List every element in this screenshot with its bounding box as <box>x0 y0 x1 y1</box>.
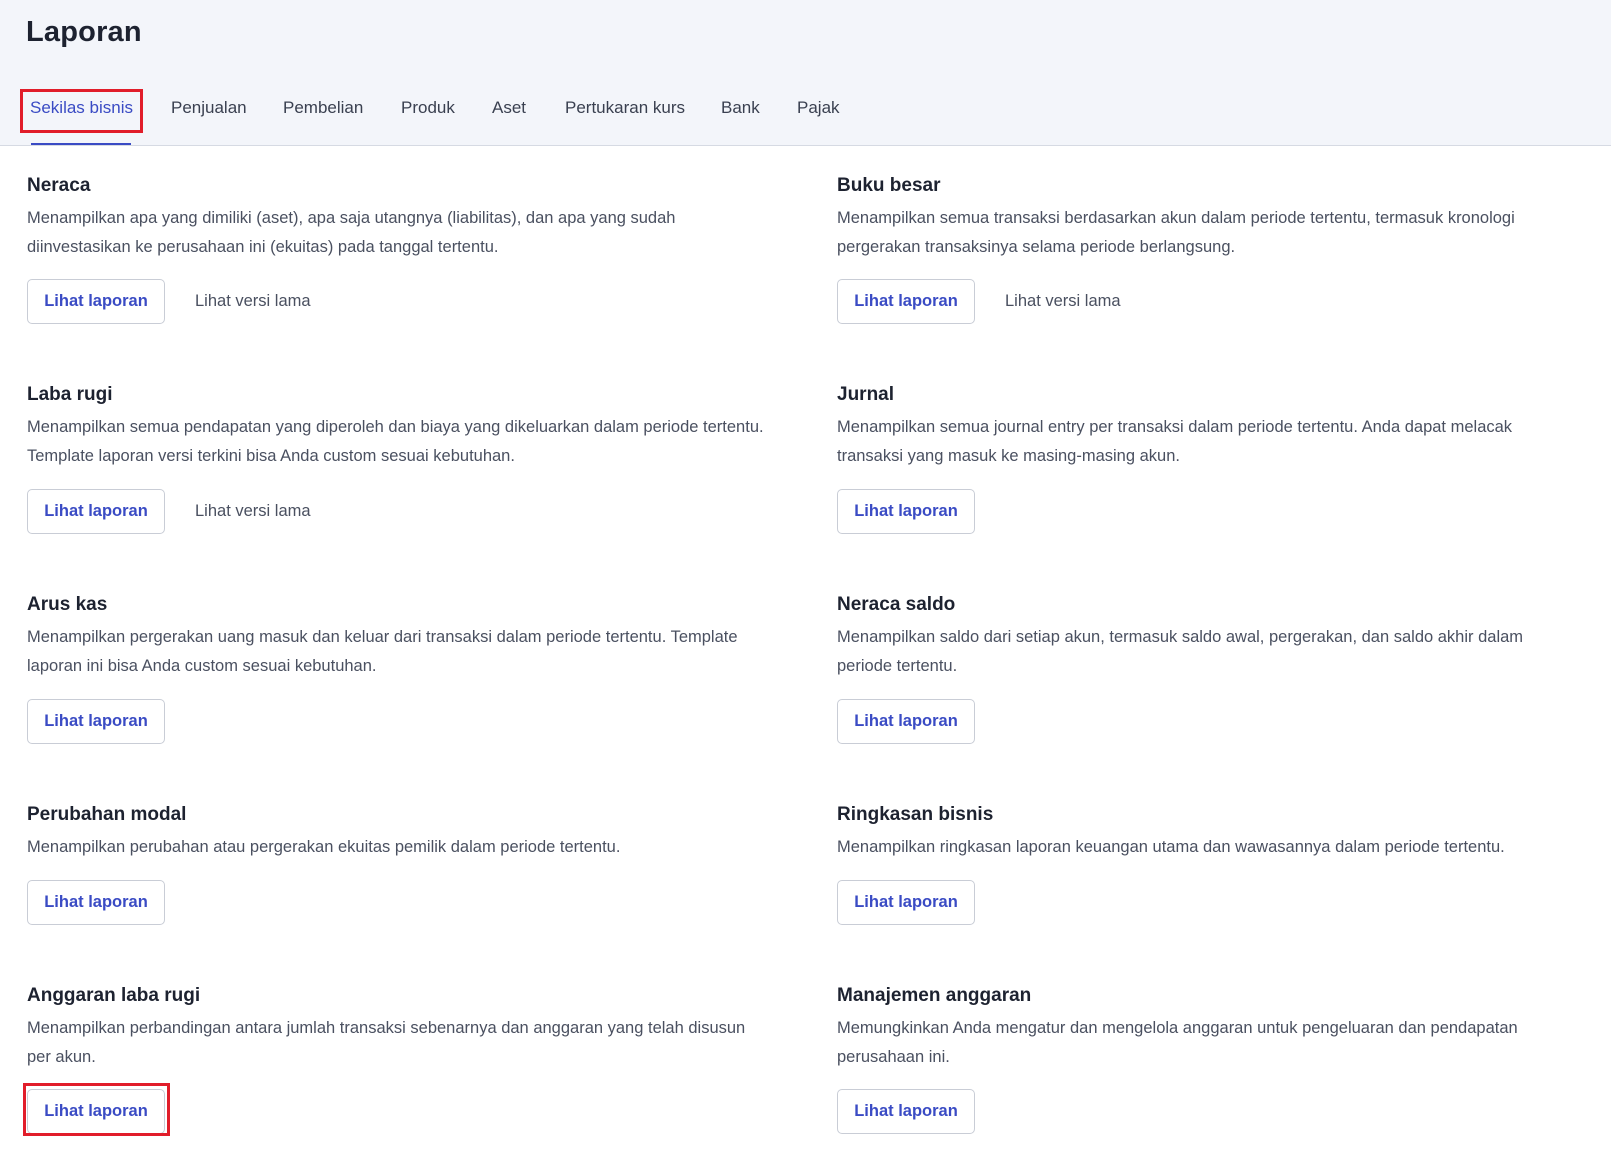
report-description: Menampilkan saldo dari setiap akun, term… <box>837 628 1524 675</box>
view-report-button[interactable]: Lihat laporan <box>27 880 165 925</box>
report-description: Menampilkan pergerakan uang masuk dan ke… <box>27 628 738 675</box>
tab-highlight-annotation <box>20 89 143 133</box>
report-title: Buku besar <box>837 175 941 196</box>
page-header: Laporan Sekilas bisnis Penjualan Pembeli… <box>0 0 1611 146</box>
tab-penjualan[interactable]: Penjualan <box>171 98 247 118</box>
report-description: Menampilkan perubahan atau pergerakan ek… <box>27 838 621 856</box>
tab-pembelian[interactable]: Pembelian <box>283 98 363 118</box>
view-report-button[interactable]: Lihat laporan <box>837 699 975 744</box>
report-title: Laba rugi <box>27 384 113 405</box>
view-report-button[interactable]: Lihat laporan <box>837 880 975 925</box>
view-report-button[interactable]: Lihat laporan <box>27 699 165 744</box>
report-title: Anggaran laba rugi <box>27 985 201 1006</box>
view-report-button[interactable]: Lihat laporan <box>837 279 975 324</box>
tab-bank[interactable]: Bank <box>721 98 760 118</box>
view-report-button[interactable]: Lihat laporan <box>837 1089 975 1134</box>
active-tab-indicator <box>31 143 131 145</box>
view-report-button[interactable]: Lihat laporan <box>27 489 165 534</box>
report-title: Perubahan modal <box>27 804 187 825</box>
button-highlight-annotation <box>23 1083 170 1136</box>
view-report-button[interactable]: Lihat laporan <box>837 489 975 534</box>
view-old-version-link[interactable]: Lihat versi lama <box>1005 279 1121 324</box>
report-title: Neraca <box>27 175 91 196</box>
tab-aset[interactable]: Aset <box>492 98 526 118</box>
tab-pajak[interactable]: Pajak <box>797 98 840 118</box>
report-title: Neraca saldo <box>837 594 956 615</box>
view-old-version-link[interactable]: Lihat versi lama <box>195 489 311 534</box>
report-title: Jurnal <box>837 384 895 405</box>
page-title: Laporan <box>26 16 142 48</box>
report-description: Memungkinkan Anda mengatur dan mengelola… <box>837 1019 1518 1066</box>
report-description: Menampilkan perbandingan antara jumlah t… <box>27 1019 746 1066</box>
tab-pertukaran-kurs[interactable]: Pertukaran kurs <box>565 98 685 118</box>
report-description: Menampilkan ringkasan laporan keuangan u… <box>837 838 1505 856</box>
view-report-button[interactable]: Lihat laporan <box>27 279 165 324</box>
report-description: Menampilkan apa yang dimiliki (aset), ap… <box>27 209 676 256</box>
report-description: Menampilkan semua journal entry per tran… <box>837 418 1513 465</box>
report-title: Manajemen anggaran <box>837 985 1032 1006</box>
report-title: Ringkasan bisnis <box>837 804 994 825</box>
report-description: Menampilkan semua transaksi berdasarkan … <box>837 209 1515 256</box>
view-old-version-link[interactable]: Lihat versi lama <box>195 279 311 324</box>
tab-produk[interactable]: Produk <box>401 98 455 118</box>
report-description: Menampilkan semua pendapatan yang dipero… <box>27 418 764 465</box>
report-title: Arus kas <box>27 594 108 615</box>
